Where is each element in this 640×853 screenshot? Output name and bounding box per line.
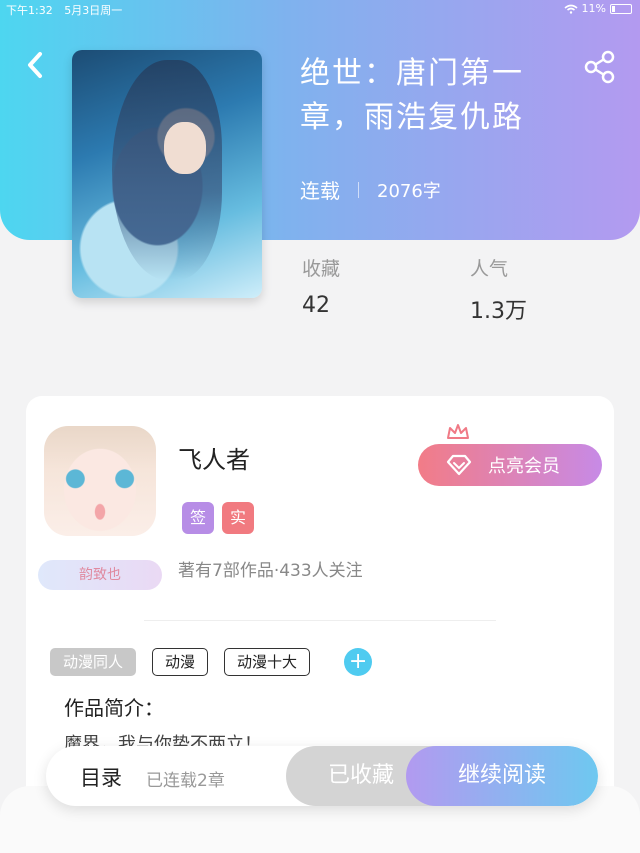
stat-popularity-value: 1.3万 bbox=[470, 299, 527, 324]
meta-divider bbox=[358, 181, 359, 198]
tag-item[interactable]: 动漫 bbox=[152, 648, 209, 676]
verified-badge: 实 bbox=[222, 502, 254, 534]
bottom-action-bar: 目录 已连载2章 已收藏 继续阅读 bbox=[46, 746, 598, 806]
stat-favorites-label: 收藏 bbox=[302, 258, 341, 280]
book-title: 绝世：唐门第一章，雨浩复仇路 bbox=[300, 56, 524, 135]
continue-reading-button[interactable]: 继续阅读 bbox=[406, 746, 598, 806]
share-button[interactable] bbox=[584, 50, 616, 84]
crown-icon bbox=[447, 424, 469, 439]
book-meta: 连载 2076字 bbox=[300, 175, 441, 204]
battery-icon bbox=[610, 3, 632, 14]
book-cover-image[interactable] bbox=[72, 50, 262, 298]
status-time-date: 下午1:32 5月3日周一 bbox=[6, 2, 122, 18]
stat-favorites: 收藏 42 bbox=[302, 254, 340, 318]
stat-popularity-label: 人气 bbox=[470, 258, 509, 280]
book-status: 连载 bbox=[300, 179, 340, 203]
vip-button[interactable]: 点亮会员 bbox=[418, 444, 602, 486]
author-avatar[interactable] bbox=[44, 426, 156, 536]
tag-item[interactable]: 动漫十大 bbox=[224, 648, 311, 676]
back-button[interactable] bbox=[22, 48, 52, 82]
chapter-count: 已连载2章 bbox=[146, 771, 225, 791]
diamond-icon bbox=[446, 454, 472, 476]
status-time: 下午1:32 bbox=[6, 4, 53, 17]
author-name[interactable]: 飞人者 bbox=[178, 440, 250, 475]
tag-list: 动漫同人 动漫 动漫十大 + bbox=[50, 648, 373, 676]
wifi-icon bbox=[564, 4, 578, 14]
battery-percent: 11% bbox=[581, 2, 606, 15]
status-right: 11% bbox=[564, 2, 632, 15]
cover-hair-shape bbox=[112, 60, 222, 280]
intro-title: 作品简介： bbox=[64, 696, 164, 720]
book-word-count: 2076字 bbox=[377, 180, 441, 202]
chevron-left-icon bbox=[28, 52, 42, 78]
stat-popularity: 人气 1.3万 bbox=[470, 254, 527, 325]
section-divider bbox=[144, 620, 496, 621]
toc-button[interactable]: 目录 bbox=[80, 762, 122, 792]
plus-icon: + bbox=[348, 649, 368, 674]
status-bar: 下午1:32 5月3日周一 11% bbox=[0, 0, 640, 18]
status-date: 5月3日周一 bbox=[64, 4, 123, 17]
share-icon bbox=[584, 50, 615, 84]
tag-item[interactable]: 动漫同人 bbox=[50, 648, 137, 676]
add-tag-button[interactable]: + bbox=[344, 648, 373, 676]
stat-favorites-value: 42 bbox=[302, 293, 330, 318]
author-stats: 著有7部作品·433人关注 bbox=[178, 561, 363, 581]
author-badge: 韵致也 bbox=[38, 560, 162, 590]
vip-button-label: 点亮会员 bbox=[488, 456, 560, 477]
cover-face-shape bbox=[164, 122, 206, 174]
signed-badge: 签 bbox=[182, 502, 214, 534]
